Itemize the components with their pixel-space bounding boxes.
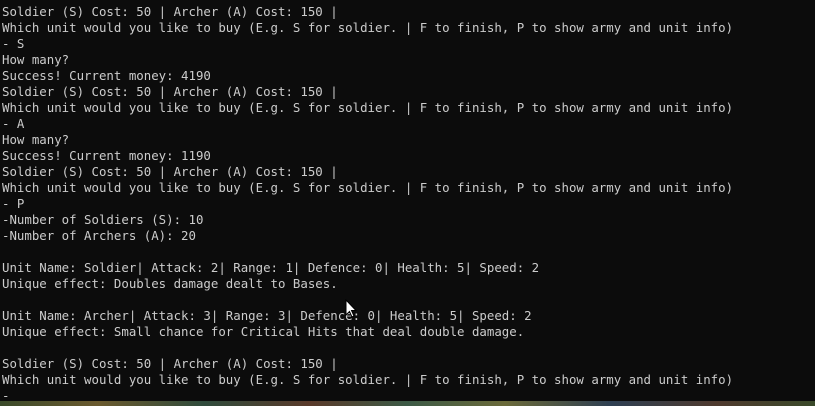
console-line: Soldier (S) Cost: 50 | Archer (A) Cost: …	[2, 84, 338, 99]
console-line: - S	[2, 36, 25, 51]
console-line: -Number of Soldiers (S): 10	[2, 212, 204, 227]
console-line: Soldier (S) Cost: 50 | Archer (A) Cost: …	[2, 356, 338, 371]
console-line: Unique effect: Doubles damage dealt to B…	[2, 276, 338, 291]
desktop-edge-strip	[0, 401, 815, 406]
console-line: - A	[2, 116, 25, 131]
console-line: Unit Name: Soldier| Attack: 2| Range: 1|…	[2, 260, 540, 275]
console-line: Which unit would you like to buy (E.g. S…	[2, 372, 734, 387]
console-line: -Number of Archers (A): 20	[2, 228, 196, 243]
console-window[interactable]: Soldier (S) Cost: 50 | Archer (A) Cost: …	[0, 0, 815, 406]
console-line: Success! Current money: 1190	[2, 148, 211, 163]
mouse-pointer-icon	[345, 299, 357, 318]
console-output: Soldier (S) Cost: 50 | Archer (A) Cost: …	[2, 4, 733, 404]
console-line: Success! Current money: 4190	[2, 68, 211, 83]
console-line: Soldier (S) Cost: 50 | Archer (A) Cost: …	[2, 4, 338, 19]
console-line: How many?	[2, 132, 70, 147]
console-line: Unique effect: Small chance for Critical…	[2, 324, 525, 339]
console-line: Which unit would you like to buy (E.g. S…	[2, 20, 734, 35]
console-line: Unit Name: Archer| Attack: 3| Range: 3| …	[2, 308, 532, 323]
console-line: Soldier (S) Cost: 50 | Archer (A) Cost: …	[2, 164, 338, 179]
console-line: How many?	[2, 52, 70, 67]
console-line: - P	[2, 196, 25, 211]
console-line: Which unit would you like to buy (E.g. S…	[2, 180, 734, 195]
console-line: Which unit would you like to buy (E.g. S…	[2, 100, 734, 115]
